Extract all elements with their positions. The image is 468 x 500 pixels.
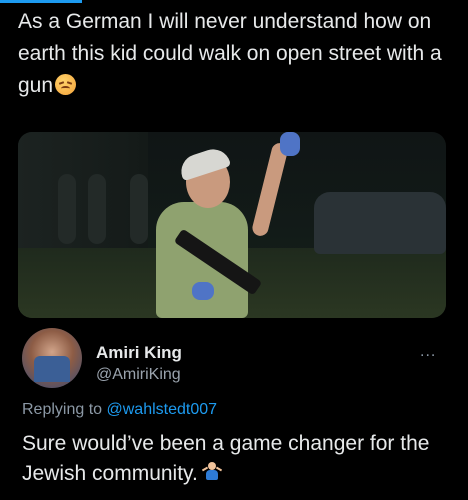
- author-handle[interactable]: @AmiriKing: [96, 366, 181, 384]
- persevering-face-icon: [55, 74, 77, 95]
- tweet-body: As a German I will never understand how …: [18, 10, 442, 97]
- reply-body: Sure would’ve been a game changer for th…: [22, 432, 430, 485]
- background-car: [314, 192, 446, 254]
- more-options-icon[interactable]: ...: [420, 343, 436, 361]
- replying-to-line: Replying to @wahlstedt007: [22, 401, 217, 419]
- avatar[interactable]: [22, 328, 82, 388]
- mention-link[interactable]: @wahlstedt007: [107, 401, 218, 418]
- tweet-text: As a German I will never understand how …: [18, 6, 448, 102]
- reply-text: Sure would’ve been a game changer for th…: [22, 429, 452, 489]
- tweet-media-image[interactable]: [18, 132, 446, 318]
- replying-prefix: Replying to: [22, 401, 103, 418]
- author-name[interactable]: Amiri King: [96, 343, 182, 363]
- top-accent-bar: [0, 0, 82, 3]
- person-shrugging-icon: [201, 462, 222, 482]
